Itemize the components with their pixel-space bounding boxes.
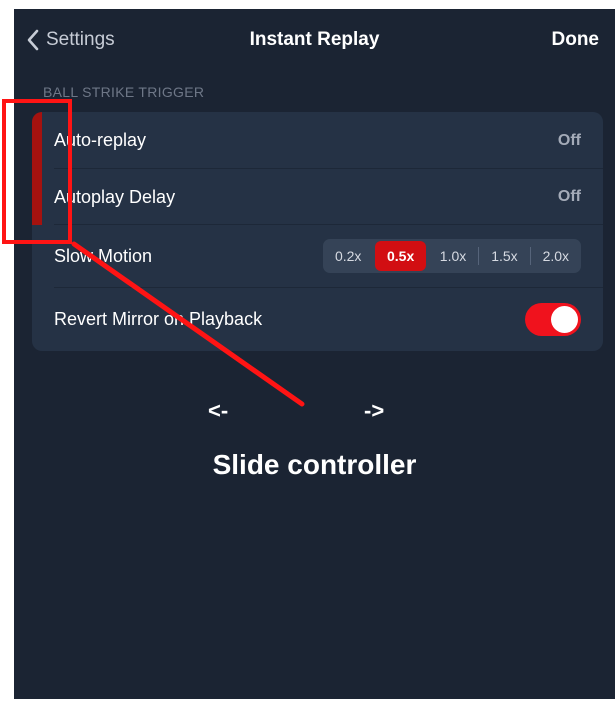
annotation-pointer-line [71,241,305,407]
